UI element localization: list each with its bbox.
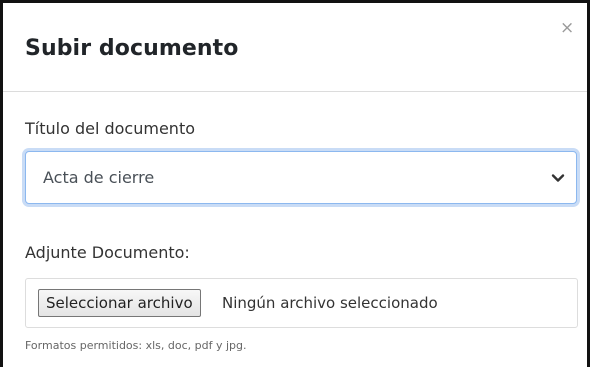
select-file-button[interactable]: Seleccionar archivo [38, 289, 201, 317]
file-status-text: Ningún archivo seleccionado [222, 294, 438, 312]
close-icon[interactable]: × [560, 20, 574, 37]
upload-document-modal: Subir documento × Título del documento A… [0, 0, 590, 367]
chevron-down-icon [551, 174, 565, 182]
document-title-value: Acta de cierre [43, 168, 155, 187]
file-input[interactable]: Seleccionar archivo Ningún archivo selec… [25, 278, 578, 328]
attach-document-label: Adjunte Documento: [25, 243, 190, 262]
allowed-formats-hint: Formatos permitidos: xls, doc, pdf y jpg… [25, 339, 247, 352]
document-title-label: Título del documento [25, 119, 195, 138]
document-title-select[interactable]: Acta de cierre [25, 151, 577, 204]
modal-header: Subir documento × [3, 3, 587, 92]
modal-title: Subir documento [25, 36, 239, 61]
